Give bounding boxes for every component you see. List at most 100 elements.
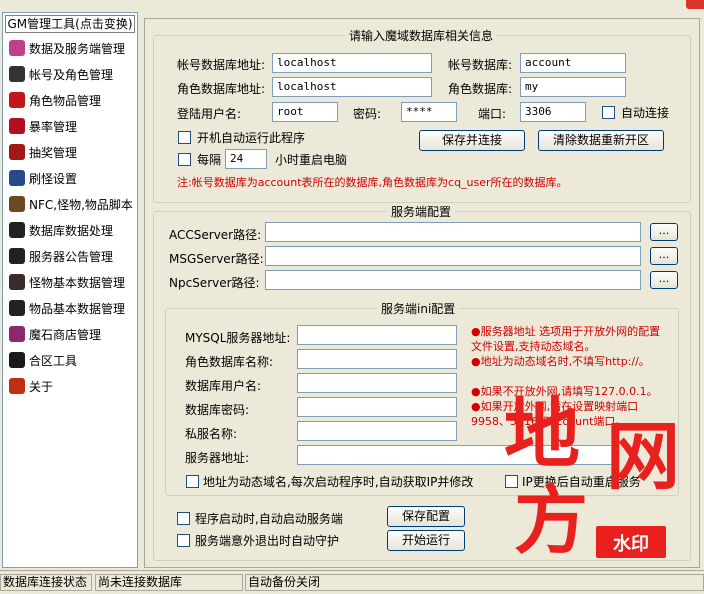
server-ini-note-1: ●服务器地址 选项用于开放外网的配置文件设置,支持动态域名。: [471, 325, 661, 353]
db-connection-status-label: 数据库连接状态: [0, 574, 92, 591]
sidebar-item[interactable]: 魔石商店管理: [9, 323, 101, 345]
save-config-button[interactable]: 保存配置: [387, 506, 465, 527]
dark-beast-icon: [9, 222, 25, 238]
ip-change-restart-checkbox[interactable]: [505, 475, 518, 488]
msg-server-browse-button[interactable]: ...: [650, 247, 678, 265]
sidebar-item-label: NFC,怪物,物品脚本: [29, 197, 133, 212]
db-note-text: 注:帐号数据库为account表所在的数据库,角色数据库为cq_user所在的数…: [177, 176, 568, 189]
login-user-label: 登陆用户名:: [177, 107, 242, 121]
auto-connect-label: 自动连接: [621, 106, 670, 120]
server-ini-note-2: ●地址为动态域名时,不填写http://。: [471, 355, 650, 368]
sidebar-item-label: 暴率管理: [29, 119, 78, 134]
chest-icon: [9, 144, 25, 160]
sidebar-item-label: 服务器公告管理: [29, 249, 114, 264]
acc-server-browse-button[interactable]: ...: [650, 223, 678, 241]
dark-blob-icon: [9, 352, 25, 368]
db-connection-status-value: 尚未连接数据库: [95, 574, 243, 591]
role-db-name-label: 角色数据库名称:: [185, 355, 274, 369]
mysql-address-label: MYSQL服务器地址:: [185, 331, 291, 345]
red-figure-icon: [9, 378, 25, 394]
server-ini-legend: 服务端ini配置: [377, 300, 460, 317]
db-password-input[interactable]: [297, 397, 457, 417]
account-db-input[interactable]: account: [520, 53, 626, 73]
sidebar-item-label: 合区工具: [29, 353, 78, 368]
autorun-on-boot-label: 开机自动运行此程序: [197, 131, 306, 145]
sidebar-item[interactable]: 角色物品管理: [9, 89, 101, 111]
auto-start-server-checkbox[interactable]: [177, 512, 190, 525]
npc-server-path-label: NpcServer路径:: [169, 276, 260, 290]
hours-restart-label: 小时重启电脑: [275, 153, 348, 167]
npc-server-browse-button[interactable]: ...: [650, 271, 678, 289]
sidebar-item-label: 数据库数据处理: [29, 223, 114, 238]
role-db-address-label: 角色数据库地址:: [177, 82, 266, 96]
sidebar-item-label: 帐号及角色管理: [29, 67, 114, 82]
main-panel: 请输入魔域数据库相关信息 帐号数据库地址: localhost 帐号数据库: a…: [144, 18, 700, 568]
periodic-restart-checkbox[interactable]: [178, 153, 191, 166]
status-bar: 数据库连接状态 尚未连接数据库 自动备份关闭: [0, 570, 704, 594]
auto-backup-status: 自动备份关闭: [245, 574, 704, 591]
auto-connect-checkbox[interactable]: [602, 106, 615, 119]
role-db-label: 角色数据库:: [448, 82, 513, 96]
every-label: 每隔: [197, 153, 222, 167]
window-close-button[interactable]: [686, 0, 704, 9]
port-input[interactable]: 3306: [520, 102, 586, 122]
password-input[interactable]: ****: [401, 102, 457, 122]
sidebar-item[interactable]: 物品基本数据管理: [9, 297, 125, 319]
sidebar-item[interactable]: 帐号及角色管理: [9, 63, 113, 85]
db-username-input[interactable]: [297, 373, 457, 393]
restart-hours-input[interactable]: 24: [225, 149, 267, 169]
sidebar-item[interactable]: 服务器公告管理: [9, 245, 113, 267]
server-config-legend: 服务端配置: [387, 203, 456, 220]
auto-guard-label: 服务端意外退出时自动守护: [195, 534, 340, 548]
role-db-address-input[interactable]: localhost: [272, 77, 432, 97]
role-db-name-input[interactable]: [297, 349, 457, 369]
msg-server-path-input[interactable]: [265, 246, 641, 266]
autorun-on-boot-checkbox[interactable]: [178, 131, 191, 144]
character-icon: [9, 66, 25, 82]
spider-icon: [9, 300, 25, 316]
acc-server-path-label: ACCServer路径:: [169, 228, 262, 242]
auto-start-server-label: 程序启动时,自动启动服务端: [195, 512, 343, 526]
server-ini-note-4: ●如果开放外网,请在设置映射端口9958、5816和Account端口。: [471, 400, 639, 428]
private-server-name-input[interactable]: [297, 421, 457, 441]
msg-server-path-label: MSGServer路径:: [169, 252, 264, 266]
server-address-input[interactable]: [297, 445, 617, 465]
sidebar-item[interactable]: 刷怪设置: [9, 167, 77, 189]
sidebar-item[interactable]: 数据库数据处理: [9, 219, 113, 241]
black-bird-icon: [9, 248, 25, 264]
sidebar-toggle-header[interactable]: GM管理工具(点击变换): [5, 15, 135, 33]
private-server-name-label: 私服名称:: [185, 427, 238, 441]
sidebar-item-label: 抽奖管理: [29, 145, 78, 160]
db-password-label: 数据库密码:: [185, 403, 250, 417]
sidebar-item[interactable]: 暴率管理: [9, 115, 77, 137]
server-ini-note-3: ●如果不开放外网,请填写127.0.0.1。: [471, 385, 658, 398]
sidebar-item[interactable]: 数据及服务端管理: [9, 37, 125, 59]
mysql-address-input[interactable]: [297, 325, 457, 345]
role-db-input[interactable]: my: [520, 77, 626, 97]
sidebar-item[interactable]: 抽奖管理: [9, 141, 77, 163]
sidebar-item-label: 魔石商店管理: [29, 327, 102, 342]
sidebar-item[interactable]: NFC,怪物,物品脚本: [9, 193, 133, 215]
save-and-connect-button[interactable]: 保存并连接: [419, 130, 525, 151]
blue-warrior-icon: [9, 170, 25, 186]
account-db-address-input[interactable]: localhost: [272, 53, 432, 73]
scroll-icon: [9, 196, 25, 212]
start-run-button[interactable]: 开始运行: [387, 530, 465, 551]
dynamic-domain-checkbox[interactable]: [186, 475, 199, 488]
sidebar-item[interactable]: 关于: [9, 375, 53, 397]
npc-server-path-input[interactable]: [265, 270, 641, 290]
sidebar-item-label: 刷怪设置: [29, 171, 78, 186]
auto-guard-checkbox[interactable]: [177, 534, 190, 547]
colored-figure-icon: [9, 326, 25, 342]
sidebar-item-label: 关于: [29, 379, 54, 394]
sidebar-item[interactable]: 合区工具: [9, 349, 77, 371]
db-settings-legend: 请输入魔域数据库相关信息: [345, 27, 498, 44]
acc-server-path-input[interactable]: [265, 222, 641, 242]
password-label: 密码:: [353, 107, 382, 121]
clear-data-reopen-button[interactable]: 清除数据重新开区: [538, 130, 664, 151]
login-user-input[interactable]: root: [272, 102, 338, 122]
sidebar-item-label: 角色物品管理: [29, 93, 102, 108]
dark-monster-icon: [9, 274, 25, 290]
sidebar-item[interactable]: 怪物基本数据管理: [9, 271, 125, 293]
sidebar-item-label: 物品基本数据管理: [29, 301, 126, 316]
